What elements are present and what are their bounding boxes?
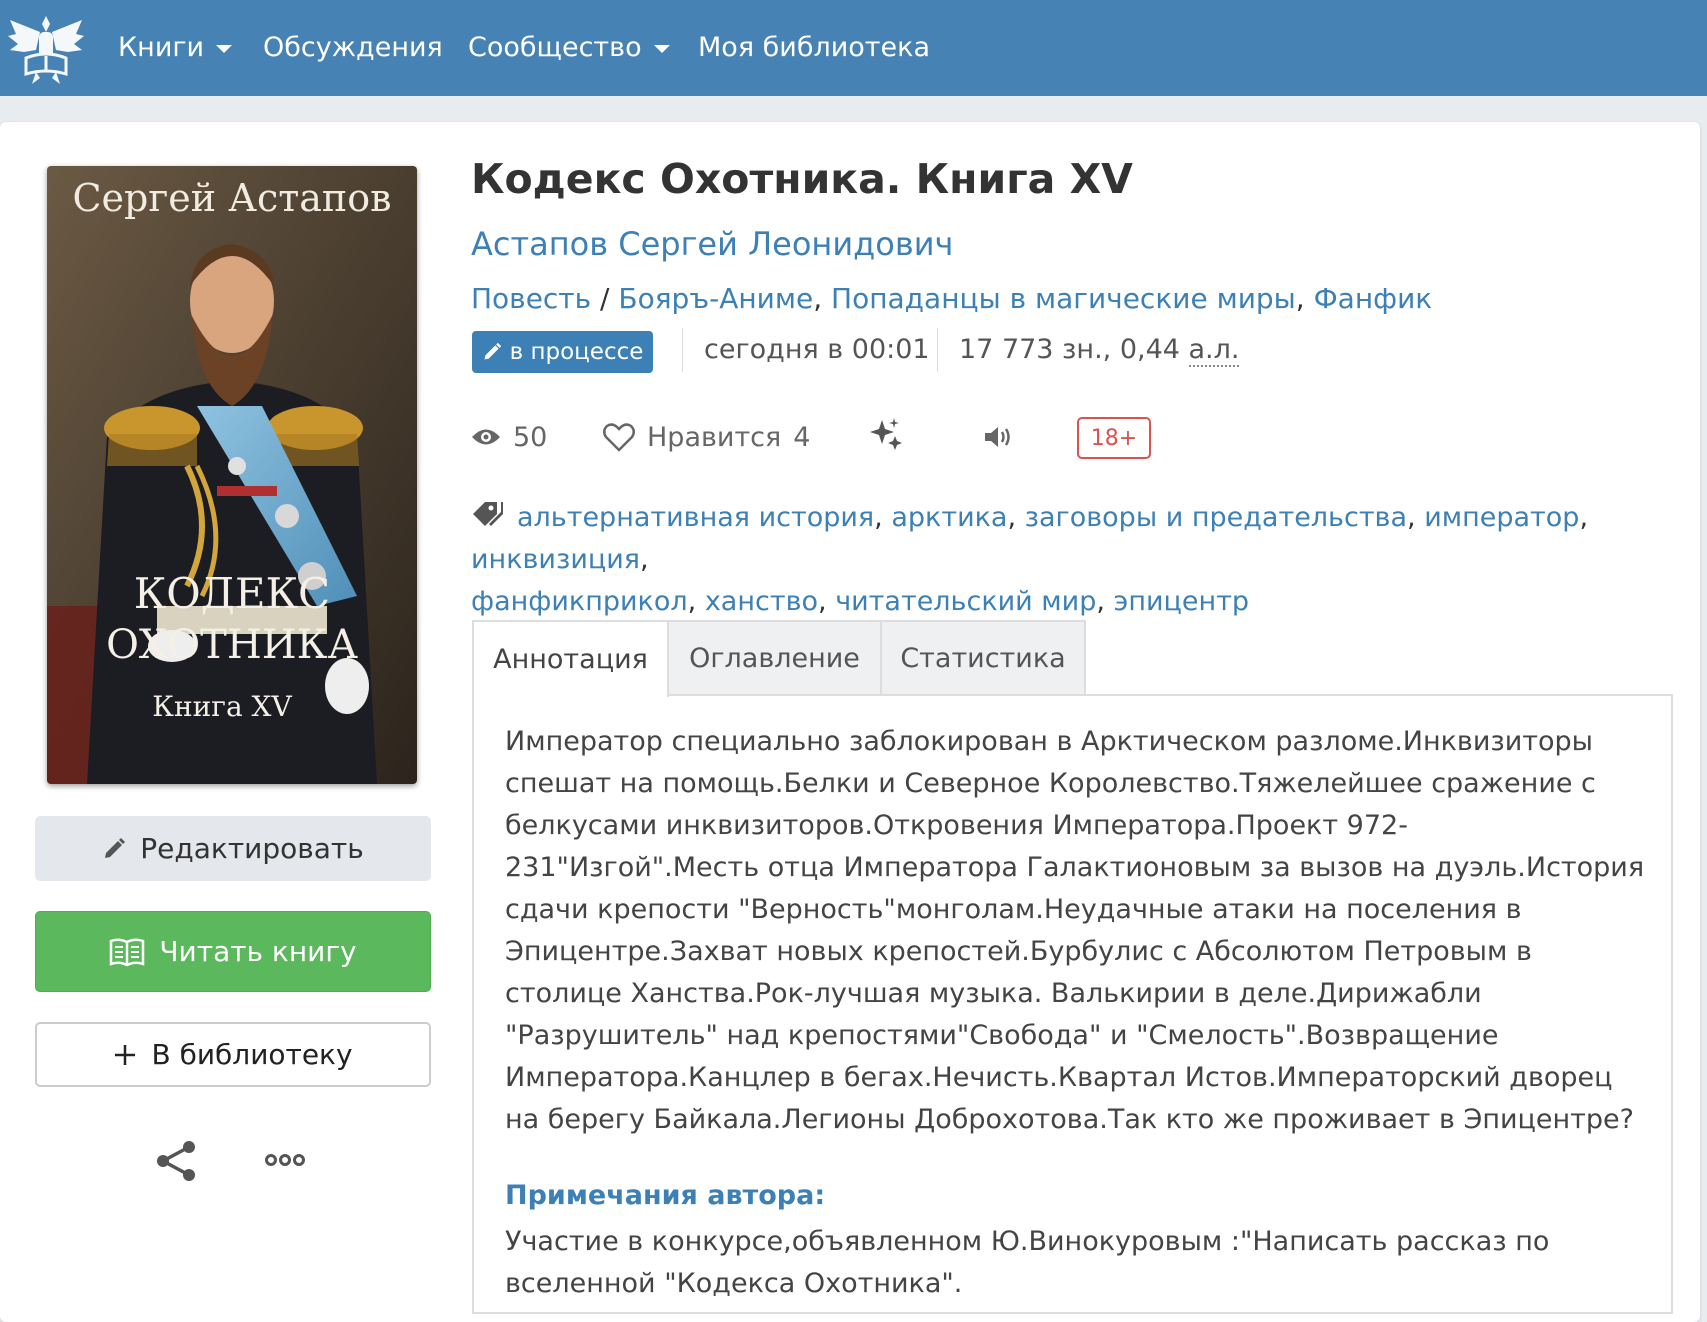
size-unit: а.л. bbox=[1188, 334, 1240, 367]
divider bbox=[682, 328, 683, 372]
tag-link[interactable]: арктика bbox=[891, 502, 1007, 533]
annotation-text: Император специально заблокирован в Аркт… bbox=[505, 726, 1645, 1135]
size-info: 17 773 зн., 0,44 а.л. bbox=[959, 334, 1240, 367]
author-notes-text: Участие в конкурсе,объявленном Ю.Винокур… bbox=[505, 1226, 1550, 1299]
book-cover[interactable]: Сергей Астапов КОДЕКС ОХОТНИКА Книга XV bbox=[47, 166, 417, 784]
like-count: 4 bbox=[793, 421, 811, 453]
add-to-library-label: В библиотеку bbox=[151, 1038, 353, 1071]
read-book-button[interactable]: Читать книгу bbox=[35, 911, 431, 992]
size-chars: 17 773 зн., 0,44 bbox=[959, 334, 1189, 365]
nav-community[interactable]: Сообщество bbox=[468, 28, 670, 68]
genre-link[interactable]: Бояръ-Аниме bbox=[618, 282, 813, 315]
age-rating-badge: 18+ bbox=[1077, 417, 1151, 459]
form-link[interactable]: Повесть bbox=[471, 282, 591, 315]
tag-link[interactable]: читательский мир bbox=[835, 586, 1096, 617]
like-label: Нравится bbox=[647, 421, 782, 453]
more-icon[interactable] bbox=[265, 1150, 305, 1170]
tag-link[interactable]: император bbox=[1424, 502, 1579, 533]
tab-annotation[interactable]: Аннотация bbox=[472, 620, 669, 697]
genre-separator: / bbox=[591, 282, 619, 315]
pencil-icon bbox=[105, 837, 126, 858]
nav-community-label: Сообщество bbox=[468, 32, 642, 63]
tags-icon bbox=[473, 502, 503, 526]
like-button[interactable]: Нравится 4 bbox=[603, 417, 810, 457]
sparkles-icon[interactable] bbox=[870, 418, 902, 450]
genre-line: Повесть / Бояръ-Аниме, Попаданцы в магич… bbox=[471, 282, 1433, 315]
add-to-library-button[interactable]: В библиотеку bbox=[35, 1022, 431, 1087]
tag-list: альтернативная история, арктика, заговор… bbox=[471, 502, 1589, 617]
nav-my-library-label: Моя библиотека bbox=[698, 32, 931, 63]
cover-title-line2: ОХОТНИКА bbox=[106, 622, 358, 668]
caret-down-icon bbox=[653, 44, 670, 53]
tab-contents[interactable]: Оглавление bbox=[667, 620, 882, 695]
tab-statistics[interactable]: Статистика bbox=[880, 620, 1086, 695]
top-navbar: Книги Обсуждения Сообщество Моя библиоте… bbox=[0, 0, 1707, 96]
views-count: 50 bbox=[513, 421, 548, 453]
nav-discussions[interactable]: Обсуждения bbox=[263, 28, 443, 68]
nav-my-library[interactable]: Моя библиотека bbox=[698, 28, 930, 68]
tag-link[interactable]: эпицентр bbox=[1114, 586, 1250, 617]
tag-link[interactable]: фанфикприкол bbox=[471, 586, 688, 617]
caret-down-icon bbox=[216, 44, 233, 53]
tag-link[interactable]: инквизиция bbox=[471, 544, 640, 575]
genre-link[interactable]: Попаданцы в магические миры bbox=[831, 282, 1296, 315]
status-text: в процессе bbox=[509, 339, 644, 365]
author-link[interactable]: Астапов Сергей Леонидович bbox=[471, 225, 953, 263]
share-icon[interactable] bbox=[155, 1140, 197, 1182]
divider bbox=[937, 328, 938, 372]
heart-icon bbox=[603, 423, 635, 452]
pencil-icon bbox=[484, 342, 501, 360]
status-badge: в процессе bbox=[472, 331, 653, 373]
nav-discussions-label: Обсуждения bbox=[263, 32, 443, 63]
speaker-icon[interactable] bbox=[983, 424, 1013, 450]
tag-link[interactable]: ханство bbox=[705, 586, 818, 617]
plus-icon bbox=[115, 1044, 136, 1065]
nav-books[interactable]: Книги bbox=[118, 28, 233, 68]
tag-link[interactable]: заговоры и предательства bbox=[1025, 502, 1407, 533]
edit-button-label: Редактировать bbox=[140, 832, 364, 865]
genre-link[interactable]: Фанфик bbox=[1314, 282, 1433, 315]
eye-icon bbox=[472, 429, 500, 445]
cover-author-text: Сергей Астапов bbox=[72, 176, 391, 220]
open-book-icon bbox=[110, 937, 145, 966]
read-book-label: Читать книгу bbox=[159, 935, 357, 968]
book-title: Кодекс Охотника. Книга XV bbox=[471, 155, 1133, 203]
cover-illustration: Сергей Астапов КОДЕКС ОХОТНИКА Книга XV bbox=[47, 166, 417, 784]
author-notes-title: Примечания автора: bbox=[505, 1180, 826, 1211]
cover-book-number: Книга XV bbox=[152, 690, 292, 723]
edit-button[interactable]: Редактировать bbox=[35, 816, 431, 881]
views-counter: 50 bbox=[471, 417, 547, 457]
cover-title-line1: КОДЕКС bbox=[134, 569, 330, 618]
updated-time: сегодня в 00:01 bbox=[704, 334, 930, 365]
nav-books-label: Книги bbox=[118, 32, 205, 63]
tag-link[interactable]: альтернативная история bbox=[517, 502, 874, 533]
eagle-logo-icon[interactable] bbox=[6, 10, 86, 86]
